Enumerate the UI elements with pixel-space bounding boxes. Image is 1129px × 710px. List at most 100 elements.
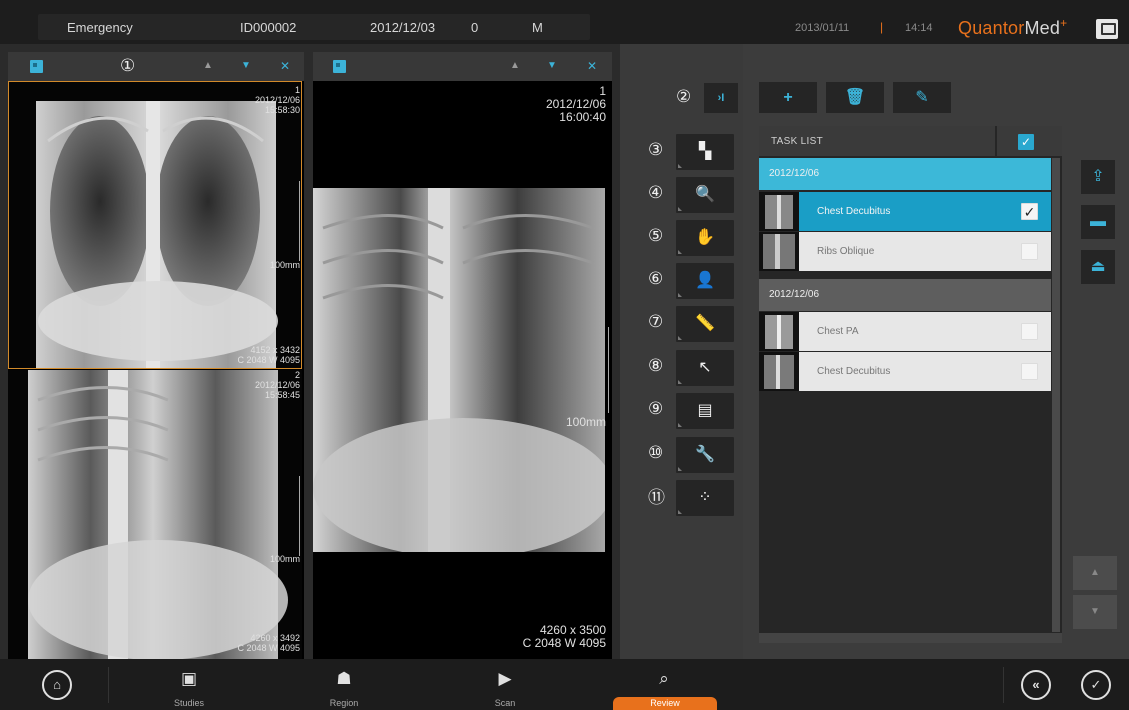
viewer2-time: 16:00:40 bbox=[559, 110, 606, 124]
xray-image-chest-2[interactable] bbox=[8, 370, 302, 659]
task-list-header: TASK LIST ✓ bbox=[759, 126, 1062, 156]
prev-image-icon[interactable]: ▲ bbox=[201, 59, 215, 73]
task-row[interactable]: Chest Decubitus bbox=[759, 352, 1051, 391]
edit-task-button[interactable]: ✎ bbox=[893, 82, 951, 113]
viewer1[interactable]: 1 2012/12/06 15:58:30 100mm 4152 x 3432 … bbox=[8, 81, 304, 659]
callout-3: ③ bbox=[648, 140, 664, 159]
task-name: Chest Decubitus bbox=[817, 366, 891, 377]
image1-overlay-top: 1 2012/12/06 15:58:30 bbox=[255, 85, 300, 115]
image1-index: 1 bbox=[294, 85, 300, 95]
date-time-separator: | bbox=[880, 20, 884, 34]
image2-ruler bbox=[294, 476, 300, 556]
image2-overlay-top: 2 2012/12/06 15:58:45 bbox=[255, 370, 300, 400]
callout-2: ② bbox=[676, 87, 692, 106]
xray-image-chest-lateral[interactable] bbox=[313, 188, 605, 552]
viewer1-toolbar: ① ▲ ▼ ✕ bbox=[8, 52, 304, 81]
add-task-button[interactable]: + bbox=[759, 82, 817, 113]
zoom-button[interactable]: 🔍 bbox=[676, 177, 734, 213]
studies-card-icon: ▣ bbox=[180, 669, 198, 688]
brand-logo-part1: Quantor bbox=[958, 18, 1025, 38]
viewer2[interactable]: 1 2012/12/06 16:00:40 100mm 4260 x 3500 … bbox=[313, 81, 612, 659]
image1-date: 2012/12/06 bbox=[254, 95, 300, 105]
patient-birth-date: 2012/12/03 bbox=[370, 20, 436, 35]
callout-5: ⑤ bbox=[648, 226, 664, 245]
task-group-header[interactable]: 2012/12/06 bbox=[759, 158, 1051, 190]
portrait-button[interactable]: 👤 bbox=[676, 263, 734, 299]
image1-time: 15:58:30 bbox=[264, 105, 300, 115]
delete-task-button[interactable]: 🗑 bbox=[826, 82, 884, 113]
xray-image-chest-1[interactable] bbox=[8, 81, 302, 369]
divider bbox=[108, 667, 109, 703]
print-button[interactable]: ▬ bbox=[1081, 205, 1115, 239]
task-thumbnail bbox=[759, 312, 799, 351]
transform-icon: ↖ bbox=[698, 359, 712, 376]
divider bbox=[1003, 667, 1004, 703]
image1-matrix: 4152 x 3432 bbox=[250, 345, 300, 355]
task-checkbox[interactable] bbox=[1021, 323, 1038, 340]
home-button[interactable]: ⌂ bbox=[42, 670, 72, 700]
play-icon: ▶ bbox=[498, 669, 512, 688]
monitor-icon[interactable] bbox=[1096, 19, 1118, 39]
task-list-footer bbox=[759, 633, 1062, 643]
close-viewer-icon[interactable]: ✕ bbox=[278, 59, 292, 73]
next-image-icon[interactable]: ▼ bbox=[239, 59, 253, 73]
image1-ruler bbox=[294, 181, 300, 261]
task-checkbox[interactable] bbox=[1021, 243, 1038, 260]
prev-image-icon[interactable]: ▲ bbox=[508, 59, 522, 73]
close-viewer-icon[interactable]: ✕ bbox=[585, 59, 599, 73]
measure-button[interactable]: 📏 bbox=[676, 306, 734, 342]
image2-overlay-bottom: 4260 x 3492 C 2048 W 4095 bbox=[237, 633, 300, 653]
export-button[interactable]: ⇪ bbox=[1081, 160, 1115, 194]
task-list-scrollbar[interactable] bbox=[1052, 158, 1060, 632]
scroll-up-button[interactable]: ▲ bbox=[1073, 556, 1117, 590]
collapse-panel-button[interactable]: ›I bbox=[704, 83, 738, 113]
layout-toggle-icon[interactable] bbox=[333, 60, 346, 73]
task-thumbnail bbox=[759, 352, 799, 391]
patient-position-button[interactable]: ⏏ bbox=[1081, 250, 1115, 284]
task-row[interactable]: Chest PA bbox=[759, 312, 1051, 351]
nav-review-active-tab: Review bbox=[613, 697, 717, 710]
layout-icon: ▚ bbox=[698, 143, 712, 160]
system-time: 14:14 bbox=[905, 22, 933, 34]
task-group-header[interactable]: 2012/12/06 bbox=[759, 279, 1051, 311]
task-checkbox[interactable]: ✓ bbox=[1021, 203, 1038, 220]
report-button[interactable]: ▤ bbox=[676, 393, 734, 429]
task-thumbnail bbox=[759, 192, 799, 231]
patient-position-icon: ⏏ bbox=[1090, 258, 1106, 275]
check-icon: ✓ bbox=[1090, 677, 1102, 692]
patient-age: 0 bbox=[471, 20, 479, 35]
ruler-icon: 📏 bbox=[695, 315, 715, 332]
pencil-icon: ✎ bbox=[915, 89, 929, 106]
report-icon: ▤ bbox=[697, 402, 713, 419]
layout-button[interactable]: ▚ bbox=[676, 134, 734, 170]
confirm-button[interactable]: ✓ bbox=[1081, 670, 1111, 700]
task-checkbox[interactable] bbox=[1021, 363, 1038, 380]
patient-id: ID000002 bbox=[240, 20, 297, 35]
transform-button[interactable]: ↖ bbox=[676, 350, 734, 386]
image1-scale: 100mm bbox=[269, 260, 300, 270]
portrait-icon: 👤 bbox=[695, 272, 715, 289]
task-list-panel: TASK LIST ✓ 2012/12/06 Chest Decubitus ✓… bbox=[759, 126, 1062, 643]
select-all-checkbox[interactable]: ✓ bbox=[1018, 134, 1034, 150]
task-row[interactable]: Ribs Oblique bbox=[759, 232, 1051, 271]
export-icon: ⇪ bbox=[1091, 168, 1105, 185]
callout-8: ⑧ bbox=[648, 356, 664, 375]
viewer2-ruler bbox=[603, 327, 609, 413]
scroll-down-button[interactable]: ▼ bbox=[1073, 595, 1117, 629]
task-name: Chest Decubitus bbox=[817, 206, 891, 217]
viewer-divider[interactable] bbox=[304, 52, 313, 659]
brand-logo-part2: Med bbox=[1024, 18, 1061, 38]
callout-6: ⑥ bbox=[648, 269, 664, 288]
back-button[interactable]: « bbox=[1021, 670, 1051, 700]
settings-button[interactable]: 🔧 bbox=[676, 437, 734, 473]
effect-icon: ⁘ bbox=[698, 489, 712, 506]
plus-icon: + bbox=[783, 89, 793, 106]
trash-icon: 🗑 bbox=[844, 89, 866, 106]
next-image-icon[interactable]: ▼ bbox=[545, 59, 559, 73]
layout-toggle-icon[interactable] bbox=[30, 60, 43, 73]
task-row[interactable]: Chest Decubitus ✓ bbox=[759, 192, 1051, 231]
effect-button[interactable]: ⁘ bbox=[676, 480, 734, 516]
pan-button[interactable]: ✋ bbox=[676, 220, 734, 256]
image1-overlay-bottom: 4152 x 3432 C 2048 W 4095 bbox=[237, 345, 300, 365]
viewer2-overlay-bottom: 4260 x 3500 C 2048 W 4095 bbox=[523, 624, 606, 650]
